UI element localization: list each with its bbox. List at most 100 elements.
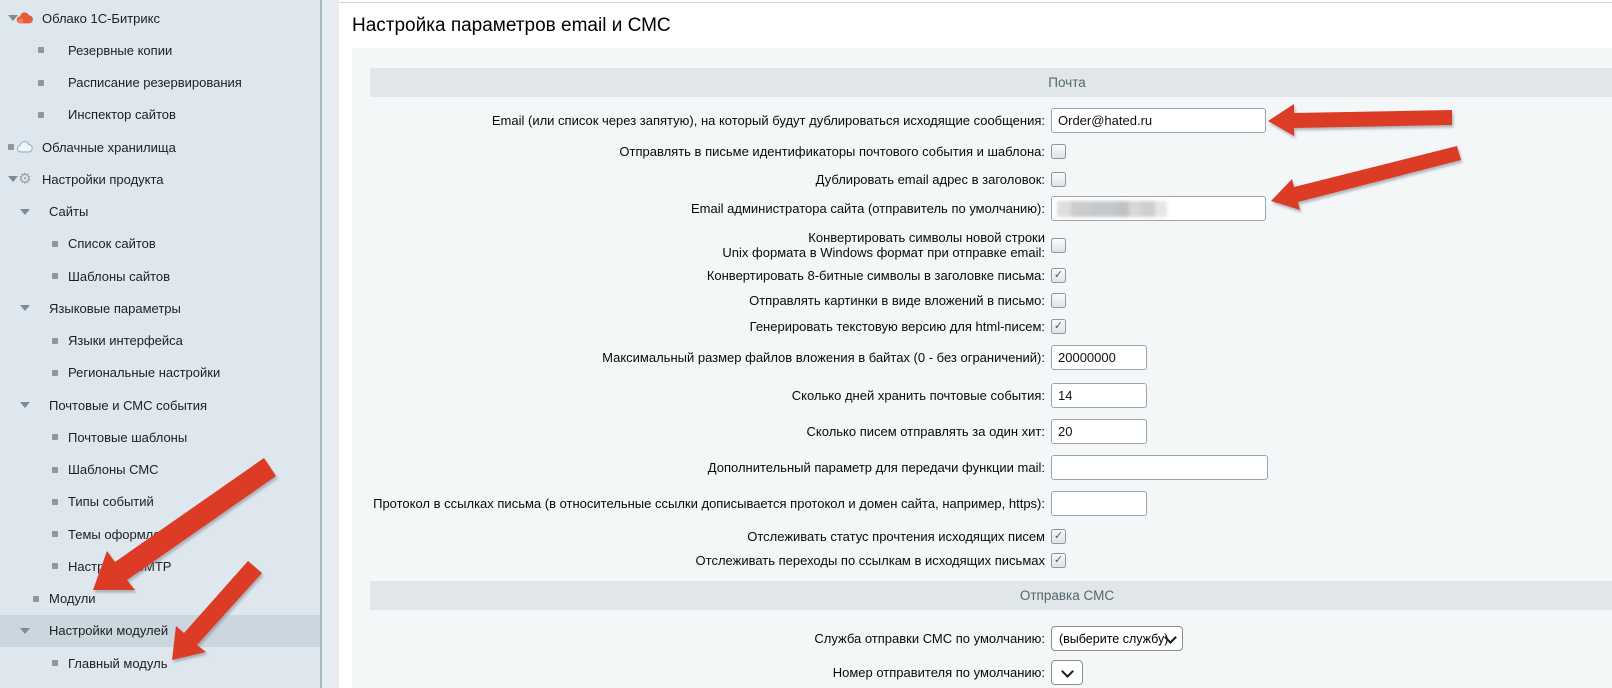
form-row: Сколько дней хранить почтовые события:: [370, 383, 1612, 408]
sidebar-item-настройки-smtp[interactable]: Настройки SMTP: [0, 550, 320, 582]
checkbox[interactable]: [1051, 293, 1066, 308]
sidebar-item-облако-1с-битрикс[interactable]: Облако 1С-Битрикс: [0, 2, 320, 34]
mail-settings-rows: Email (или список через запятую), на кот…: [352, 108, 1612, 568]
sidebar-item-label: Настройки SMTP: [68, 559, 171, 574]
checkbox[interactable]: ✓: [1051, 553, 1066, 568]
page-title: Настройка параметров email и СМС: [352, 13, 1612, 38]
sidebar-item-настройки-модулей[interactable]: Настройки модулей: [0, 615, 320, 647]
sidebar-item-языки-интерфейса[interactable]: Языки интерфейса: [0, 325, 320, 357]
select-dropdown[interactable]: [1051, 660, 1083, 685]
main-content: Настройка параметров email и СМС Почта E…: [339, 0, 1612, 688]
sidebar-item-главный-модуль[interactable]: Главный модуль: [0, 647, 320, 679]
sidebar-item-модули[interactable]: Модули: [0, 583, 320, 615]
chevron-down-icon: [1061, 665, 1074, 678]
sidebar-item-почтовые-и-смс-события[interactable]: Почтовые и СМС события: [0, 389, 320, 421]
section-title: Почта: [1048, 75, 1086, 90]
field-label: Максимальный размер файлов вложения в ба…: [370, 350, 1045, 365]
sidebar-item-инспектор-сайтов[interactable]: Инспектор сайтов: [0, 99, 320, 131]
sidebar-item-расписание-резервирования[interactable]: Расписание резервирования: [0, 67, 320, 99]
checkbox[interactable]: [1051, 144, 1066, 159]
form-row: Email (или список через запятую), на кот…: [370, 108, 1612, 133]
form-row: Протокол в ссылках письма (в относительн…: [370, 491, 1612, 516]
sidebar-item-облачные-хранилища[interactable]: Облачные хранилища: [0, 131, 320, 163]
bullet-icon: [52, 660, 58, 666]
field-label: Протокол в ссылках письма (в относительн…: [370, 496, 1045, 511]
bullet-icon: [52, 273, 58, 279]
sidebar-item-языковые-параметры[interactable]: Языковые параметры: [0, 292, 320, 324]
sidebar-item-label: Шаблоны сайтов: [68, 269, 170, 284]
bullet-icon: [38, 112, 44, 118]
checkbox[interactable]: ✓: [1051, 319, 1066, 334]
sidebar-item-резервные-копии[interactable]: Резервные копии: [0, 34, 320, 66]
field-label: Сколько дней хранить почтовые события:: [370, 388, 1045, 403]
bullet-icon: [52, 499, 58, 505]
sidebar-item-label: Облачные хранилища: [42, 140, 176, 155]
bullet-icon: [38, 80, 44, 86]
bullet-icon: [52, 241, 58, 247]
checkbox[interactable]: [1051, 172, 1066, 187]
sidebar-item-label: Темы оформления: [68, 527, 182, 542]
top-border-line: [339, 2, 1612, 3]
tree-collapse-icon[interactable]: [20, 628, 30, 634]
bullet-icon: [38, 47, 44, 53]
field-label: Служба отправки СМС по умолчанию:: [370, 631, 1045, 646]
sidebar-item-label: Резервные копии: [68, 43, 172, 58]
tree-collapse-icon[interactable]: [20, 209, 30, 215]
form-row: Дополнительный параметр для передачи фун…: [370, 455, 1612, 480]
sidebar-item-label: Языковые параметры: [49, 301, 181, 316]
tree-collapse-icon[interactable]: [20, 402, 30, 408]
cloud-icon: [16, 140, 34, 155]
text-input[interactable]: [1051, 345, 1147, 370]
field-label: Отслеживать переходы по ссылкам в исходя…: [370, 553, 1045, 568]
text-input[interactable]: [1051, 383, 1147, 408]
sidebar-item-label: Модули: [49, 591, 96, 606]
sidebar-item-шаблоны-смс[interactable]: Шаблоны СМС: [0, 454, 320, 486]
sidebar-item-label: Облако 1С-Битрикс: [42, 11, 160, 26]
section-header-mail: Почта: [370, 68, 1612, 97]
sidebar-item-label: Главный модуль: [68, 656, 167, 671]
text-input[interactable]: [1051, 455, 1268, 480]
field-label: Дополнительный параметр для передачи фун…: [370, 460, 1045, 475]
sidebar-item-label: Настройки продукта: [42, 172, 164, 187]
field-label: Конвертировать символы новой строки Unix…: [370, 230, 1045, 260]
sidebar-item-шаблоны-сайтов[interactable]: Шаблоны сайтов: [0, 260, 320, 292]
checkbox[interactable]: [1051, 238, 1066, 253]
settings-panel: Почта Email (или список через запятую), …: [352, 48, 1612, 688]
select-dropdown[interactable]: (выберите службу): [1051, 626, 1183, 651]
text-input-redacted[interactable]: [1051, 196, 1266, 221]
bitrix-admin-page: Облако 1С-Битрикс Резервные копии Распис…: [0, 0, 1612, 688]
text-input[interactable]: [1051, 419, 1147, 444]
sidebar-item-почтовые-шаблоны[interactable]: Почтовые шаблоны: [0, 421, 320, 453]
field-label: Генерировать текстовую версию для html-п…: [370, 319, 1045, 334]
form-row: Номер отправителя по умолчанию:: [370, 660, 1612, 685]
form-row: Служба отправки СМС по умолчанию: (выбер…: [370, 626, 1612, 651]
sidebar-item-label: Типы событий: [68, 494, 154, 509]
sidebar-item-типы-событий[interactable]: Типы событий: [0, 486, 320, 518]
select-value: (выберите службу): [1059, 632, 1168, 646]
form-row: Отправлять в письме идентификаторы почто…: [370, 144, 1612, 159]
text-input[interactable]: [1051, 108, 1266, 133]
field-label: Отправлять картинки в виде вложений в пи…: [370, 293, 1045, 308]
field-label: Номер отправителя по умолчанию:: [370, 665, 1045, 680]
checkbox[interactable]: ✓: [1051, 529, 1066, 544]
tree-collapse-icon[interactable]: [20, 305, 30, 311]
form-row: Отслеживать переходы по ссылкам в исходя…: [370, 553, 1612, 568]
sidebar-item-label: Языки интерфейса: [68, 333, 183, 348]
bullet-icon: [52, 370, 58, 376]
form-row: Конвертировать 8-битные символы в заголо…: [370, 268, 1612, 283]
sidebar-scroll-strip[interactable]: [322, 0, 339, 688]
field-label: Дублировать email адрес в заголовок:: [370, 172, 1045, 187]
bullet-icon: [52, 338, 58, 344]
sidebar-item-список-сайтов[interactable]: Список сайтов: [0, 228, 320, 260]
checkbox[interactable]: ✓: [1051, 268, 1066, 283]
bullet-icon: [52, 467, 58, 473]
bullet-icon: [52, 531, 58, 537]
sidebar-item-сайты[interactable]: Сайты: [0, 196, 320, 228]
sidebar-item-темы-оформления[interactable]: Темы оформления: [0, 518, 320, 550]
field-label: Email администратора сайта (отправитель …: [370, 201, 1045, 216]
sidebar-item-региональные-настройки[interactable]: Региональные настройки: [0, 357, 320, 389]
bullet-icon: [52, 434, 58, 440]
sidebar-item-настройки-продукта[interactable]: ⚙ Настройки продукта: [0, 163, 320, 195]
form-row: Дублировать email адрес в заголовок:: [370, 172, 1612, 187]
text-input[interactable]: [1051, 491, 1147, 516]
